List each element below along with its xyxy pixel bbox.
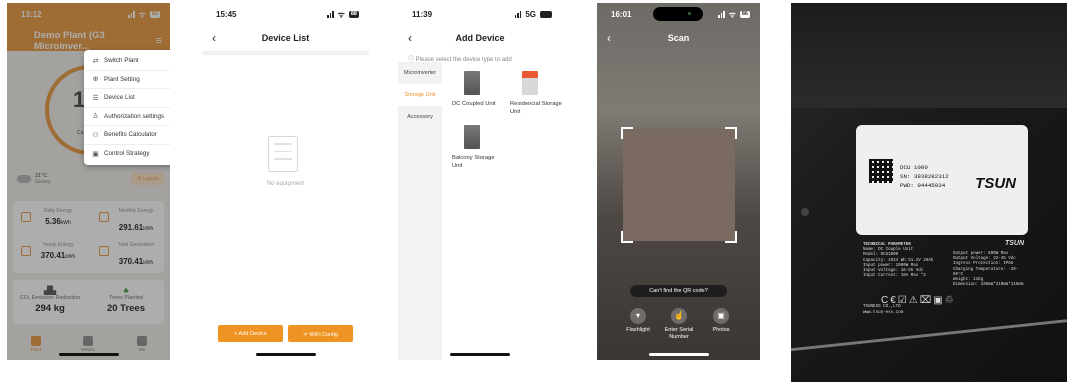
back-chevron-icon[interactable]: ‹ xyxy=(607,31,611,45)
device-list-screen: 15:45 ᯤ 88 ‹ Device List No equipment + … xyxy=(202,3,369,360)
category-storage-unit[interactable]: Storage Unit xyxy=(398,84,442,106)
sticker-password: PWD: 04445934 xyxy=(900,182,946,189)
device-dc-coupled-unit[interactable]: DC Coupled Unit xyxy=(452,71,506,108)
menu-control-strategy[interactable]: ▣ Control Strategy xyxy=(84,145,170,164)
menu-benefits-calculator[interactable]: ⚇ Benefits Calculator xyxy=(84,126,170,145)
page-title: Scan xyxy=(667,33,690,43)
page-title: Device List xyxy=(261,33,310,43)
network-type: 5G xyxy=(525,9,536,19)
user-icon: ♙ xyxy=(92,113,99,121)
home-indicator[interactable] xyxy=(58,353,119,356)
status-time: 11:39 xyxy=(412,9,433,19)
certification-marks-icon: C€☑⚠⌧▣♲ xyxy=(881,295,956,306)
qr-sticker: DCU 1000 SN: 3938282312 PWD: 04445934 TS… xyxy=(856,125,1028,235)
category-accessory[interactable]: Accessory xyxy=(398,106,442,128)
signal-icon xyxy=(718,10,725,18)
menu-switch-plant[interactable]: ⇄ Switch Plant xyxy=(84,52,170,71)
menu-label: Switch Plant xyxy=(104,57,139,65)
plant-screen: 13:12 ᯤ 82 Demo Plant (G3 Microinver... … xyxy=(7,3,170,360)
page-title: Add Device xyxy=(455,33,505,43)
add-device-screen: 11:39 5G ‹ Add Device ⓘ Please select th… xyxy=(398,3,562,360)
divider xyxy=(202,51,369,55)
device-label: Residencial Storage Unit xyxy=(510,101,562,115)
flashlight-icon: ▾ xyxy=(630,308,646,324)
flashlight-label: Flashlight xyxy=(626,327,650,333)
add-device-button[interactable]: + Add Device xyxy=(218,325,283,342)
home-indicator[interactable] xyxy=(450,353,510,356)
menu-label: Control Strategy xyxy=(104,150,150,158)
brand-logo-small: TSUN xyxy=(1004,240,1024,247)
back-chevron-icon[interactable]: ‹ xyxy=(408,31,412,45)
scan-screen: 16:01 ᯤ 86 ‹ Scan Can't find the QR code… xyxy=(597,3,760,360)
strategy-icon: ▣ xyxy=(92,150,99,158)
device-label-photo: DCU 1000 SN: 3938282312 PWD: 04445934 TS… xyxy=(791,3,1067,382)
photo-icon: ▣ xyxy=(713,308,729,324)
status-bar: 15:45 ᯤ 88 xyxy=(202,3,369,25)
signal-icon xyxy=(514,10,522,18)
plant-dropdown-menu: ⇄ Switch Plant ⊕ Plant Setting ☰ Device Lis… xyxy=(84,50,170,165)
qr-code-icon xyxy=(869,159,893,183)
viewfinder-corner xyxy=(621,231,633,243)
photos-label: Photos xyxy=(712,327,730,333)
dc-unit-image xyxy=(464,71,480,95)
list-icon: ☰ xyxy=(92,94,99,102)
sticker-serial: SN: 3938282312 xyxy=(900,173,949,180)
wifi-icon: ᯤ xyxy=(728,9,736,19)
website: www.tsun-ess.com xyxy=(863,311,904,315)
device-label: DC Coupled Unit xyxy=(452,101,496,107)
viewfinder-corner xyxy=(725,127,737,139)
device-edge xyxy=(791,315,1067,381)
enter-serial-label: Enter Serial Number xyxy=(664,327,694,340)
battery-icon xyxy=(540,10,552,18)
signal-icon xyxy=(327,10,334,18)
wifi-config-button[interactable]: ᯤ WiFi Config xyxy=(288,325,353,342)
home-indicator[interactable] xyxy=(648,353,709,356)
device-residential-storage[interactable]: Residencial Storage Unit xyxy=(510,71,562,116)
tech-line: Charging Temperature: -20-60°C xyxy=(953,267,1019,277)
calculator-icon: ⚇ xyxy=(92,131,99,139)
battery-icon: 88 xyxy=(348,10,359,18)
menu-label: Plant Setting xyxy=(104,75,140,83)
empty-state-text: No equipment xyxy=(266,181,305,187)
category-sidebar: Microinverter Storage Unit Accessory xyxy=(398,62,442,360)
back-chevron-icon[interactable]: ‹ xyxy=(212,31,216,45)
scan-viewfinder xyxy=(621,127,737,243)
balcony-unit-image xyxy=(464,125,480,149)
status-bar: 11:39 5G xyxy=(398,3,562,25)
cant-find-qr-button[interactable]: Can't find the QR code? xyxy=(630,285,727,297)
globe-icon: ⊕ xyxy=(92,76,99,84)
background-surface xyxy=(791,3,1067,108)
switch-icon: ⇄ xyxy=(92,57,99,65)
technical-parameters: TECHNICAL PARAMETER Name: DC Couple Unit… xyxy=(863,240,1028,323)
viewfinder-corner xyxy=(725,231,737,243)
hand-tap-icon: ☝ xyxy=(671,308,687,324)
menu-label: Authorization settings xyxy=(104,112,165,120)
dynamic-island xyxy=(653,7,703,21)
battery-icon: 86 xyxy=(739,10,750,18)
status-time: 16:01 xyxy=(611,9,632,19)
status-time: 15:45 xyxy=(216,9,237,19)
flashlight-button[interactable]: ▾ Flashlight xyxy=(618,308,658,334)
category-microinverter[interactable]: Microinverter xyxy=(398,62,442,84)
menu-label: Benefits Calculator xyxy=(104,131,157,139)
tech-line: Dimension: 330mm*210mm*119mm xyxy=(953,283,1024,288)
viewfinder-corner xyxy=(621,127,633,139)
device-balcony-storage[interactable]: Balcony Storage Unit xyxy=(452,125,506,170)
wifi-icon: ᯤ xyxy=(337,9,345,19)
photos-button[interactable]: ▣ Photos xyxy=(701,308,741,334)
device-label: Balcony Storage Unit xyxy=(452,155,495,169)
menu-device-list[interactable]: ☰ Device List xyxy=(84,89,170,108)
screw xyxy=(801,208,809,216)
enter-serial-button[interactable]: ☝ Enter Serial Number xyxy=(659,308,699,341)
home-indicator[interactable] xyxy=(255,353,316,356)
empty-document-icon xyxy=(268,136,298,172)
menu-plant-setting[interactable]: ⊕ Plant Setting xyxy=(84,71,170,89)
residential-unit-image xyxy=(522,71,538,95)
brand-logo: TSUN xyxy=(975,175,1016,192)
menu-authorization-settings[interactable]: ♙ Authorization settings xyxy=(84,108,170,126)
sticker-model: DCU 1000 xyxy=(900,164,928,171)
menu-label: Device List xyxy=(104,94,135,102)
